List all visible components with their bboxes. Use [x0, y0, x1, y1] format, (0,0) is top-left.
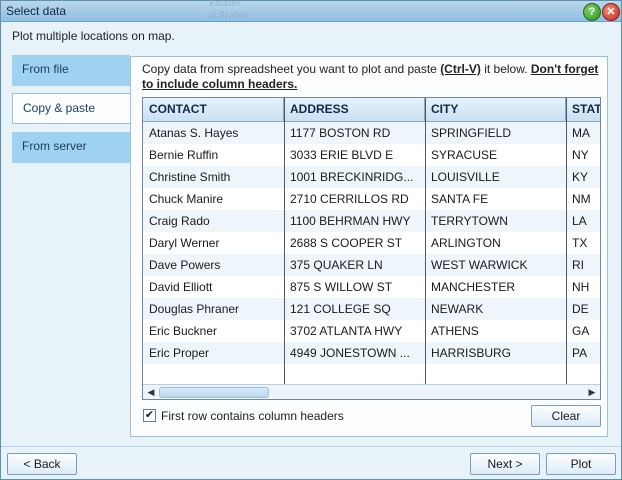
table-row[interactable]: Douglas Phraner 121 COLLEGE SQ NEWARK DE	[143, 298, 600, 320]
cell-contact[interactable]: Eric Proper	[143, 342, 284, 364]
table-row[interactable]: Daryl Werner 2688 S COOPER ST ARLINGTON TX	[143, 232, 600, 254]
first-row-headers-checkbox[interactable]: ✔	[143, 409, 156, 422]
help-icon[interactable]: ?	[583, 3, 601, 21]
footer-divider	[1, 446, 621, 447]
cell-contact[interactable]: David Elliott	[143, 276, 284, 298]
cell-contact[interactable]: Dave Powers	[143, 254, 284, 276]
instructions-text-2: it below.	[480, 62, 531, 76]
cell-address[interactable]: 121 COLLEGE SQ	[284, 298, 425, 320]
cell-city[interactable]: HARRISBURG	[425, 342, 566, 364]
title-bar[interactable]: Estates of Prairie Select data ? ✕	[1, 0, 621, 22]
scroll-right-icon[interactable]: ▶	[586, 386, 598, 398]
column-divider	[566, 98, 567, 384]
table-row[interactable]: Eric Buckner 3702 ATLANTA HWY ATHENS GA	[143, 320, 600, 342]
cell-state[interactable]: KY	[566, 166, 600, 188]
cell-city[interactable]: MANCHESTER	[425, 276, 566, 298]
horizontal-scrollbar[interactable]: ◀ ▶	[143, 384, 600, 399]
cell-city[interactable]: SPRINGFIELD	[425, 122, 566, 144]
scrollbar-thumb[interactable]	[159, 387, 269, 398]
cell-city[interactable]: ARLINGTON	[425, 232, 566, 254]
cell-state[interactable]: GA	[566, 320, 600, 342]
tab-from-server[interactable]: From server	[12, 132, 130, 163]
close-icon[interactable]: ✕	[602, 3, 620, 21]
cell-address[interactable]: 4949 JONESTOWN ...	[284, 342, 425, 364]
column-header-state[interactable]: STAT	[566, 98, 600, 121]
cell-city[interactable]: SYRACUSE	[425, 144, 566, 166]
column-divider	[284, 98, 285, 384]
cell-contact[interactable]: Bernie Ruffin	[143, 144, 284, 166]
cell-city[interactable]: ATHENS	[425, 320, 566, 342]
cell-city[interactable]: SANTA FE	[425, 188, 566, 210]
cell-address[interactable]: 1100 BEHRMAN HWY	[284, 210, 425, 232]
cell-city[interactable]: NEWARK	[425, 298, 566, 320]
cell-state[interactable]: LA	[566, 210, 600, 232]
table-row[interactable]: Dave Powers 375 QUAKER LN WEST WARWICK RI	[143, 254, 600, 276]
cell-contact[interactable]: Atanas S. Hayes	[143, 122, 284, 144]
clear-button[interactable]: Clear	[531, 405, 601, 427]
cell-state[interactable]: NH	[566, 276, 600, 298]
dialog-subtitle: Plot multiple locations on map.	[12, 29, 175, 43]
table-row[interactable]: Eric Proper 4949 JONESTOWN ... HARRISBURG P…	[143, 342, 600, 364]
cell-state[interactable]: MA	[566, 122, 600, 144]
cell-state[interactable]: RI	[566, 254, 600, 276]
cell-address[interactable]: 2688 S COOPER ST	[284, 232, 425, 254]
cell-city[interactable]: TERRYTOWN	[425, 210, 566, 232]
cell-address[interactable]: 875 S WILLOW ST	[284, 276, 425, 298]
table-row[interactable]: Chuck Manire 2710 CERRILLOS RD SANTA FE NM	[143, 188, 600, 210]
cell-address[interactable]: 3702 ATLANTA HWY	[284, 320, 425, 342]
cell-address[interactable]: 375 QUAKER LN	[284, 254, 425, 276]
back-button[interactable]: < Back	[7, 453, 77, 475]
cell-state[interactable]: TX	[566, 232, 600, 254]
table-row[interactable]: Bernie Ruffin 3033 ERIE BLVD E SYRACUSE NY	[143, 144, 600, 166]
paste-data-grid[interactable]: CONTACT ADDRESS CITY STAT Atanas S. Haye…	[142, 97, 601, 400]
scroll-left-icon[interactable]: ◀	[145, 386, 157, 398]
instructions-text: Copy data from spreadsheet you want to p…	[142, 62, 441, 76]
cell-address[interactable]: 1177 BOSTON RD	[284, 122, 425, 144]
table-row[interactable]: Atanas S. Hayes 1177 BOSTON RD SPRINGFIELD…	[143, 122, 600, 144]
map-watermark-estates: Estates	[209, 0, 241, 9]
window-title: Select data	[6, 4, 67, 18]
cell-address[interactable]: 2710 CERRILLOS RD	[284, 188, 425, 210]
first-row-headers-label[interactable]: First row contains column headers	[161, 409, 344, 423]
cell-state[interactable]: DE	[566, 298, 600, 320]
copy-paste-panel: Copy data from spreadsheet you want to p…	[130, 56, 608, 437]
column-divider	[425, 98, 426, 384]
cell-contact[interactable]: Craig Rado	[143, 210, 284, 232]
cell-address[interactable]: 1001 BRECKINRIDG...	[284, 166, 425, 188]
cell-state[interactable]: NY	[566, 144, 600, 166]
table-row[interactable]: Craig Rado 1100 BEHRMAN HWY TERRYTOWN LA	[143, 210, 600, 232]
table-row[interactable]: David Elliott 875 S WILLOW ST MANCHESTER NH	[143, 276, 600, 298]
select-data-dialog: Estates of Prairie Select data ? ✕ Plot …	[0, 0, 622, 480]
cell-contact[interactable]: Chuck Manire	[143, 188, 284, 210]
cell-contact[interactable]: Douglas Phraner	[143, 298, 284, 320]
plot-button[interactable]: Plot	[546, 453, 616, 475]
cell-state[interactable]: PA	[566, 342, 600, 364]
map-watermark-prairie: of Prairie	[207, 9, 249, 21]
column-header-contact[interactable]: CONTACT	[143, 98, 284, 121]
cell-city[interactable]: WEST WARWICK	[425, 254, 566, 276]
table-row[interactable]: Christine Smith 1001 BRECKINRIDG... LOUISV…	[143, 166, 600, 188]
shortcut-hint: (Ctrl-V)	[440, 62, 481, 76]
cell-contact[interactable]: Eric Buckner	[143, 320, 284, 342]
next-button[interactable]: Next >	[470, 453, 540, 475]
cell-city[interactable]: LOUISVILLE	[425, 166, 566, 188]
cell-contact[interactable]: Daryl Werner	[143, 232, 284, 254]
tab-from-file[interactable]: From file	[12, 55, 130, 86]
cell-state[interactable]: NM	[566, 188, 600, 210]
cell-address[interactable]: 3033 ERIE BLVD E	[284, 144, 425, 166]
column-header-city[interactable]: CITY	[425, 98, 566, 121]
column-header-address[interactable]: ADDRESS	[284, 98, 425, 121]
tab-copy-paste[interactable]: Copy & paste	[12, 93, 132, 124]
grid-header-row: CONTACT ADDRESS CITY STAT	[143, 98, 600, 122]
cell-contact[interactable]: Christine Smith	[143, 166, 284, 188]
paste-instructions: Copy data from spreadsheet you want to p…	[142, 62, 602, 92]
